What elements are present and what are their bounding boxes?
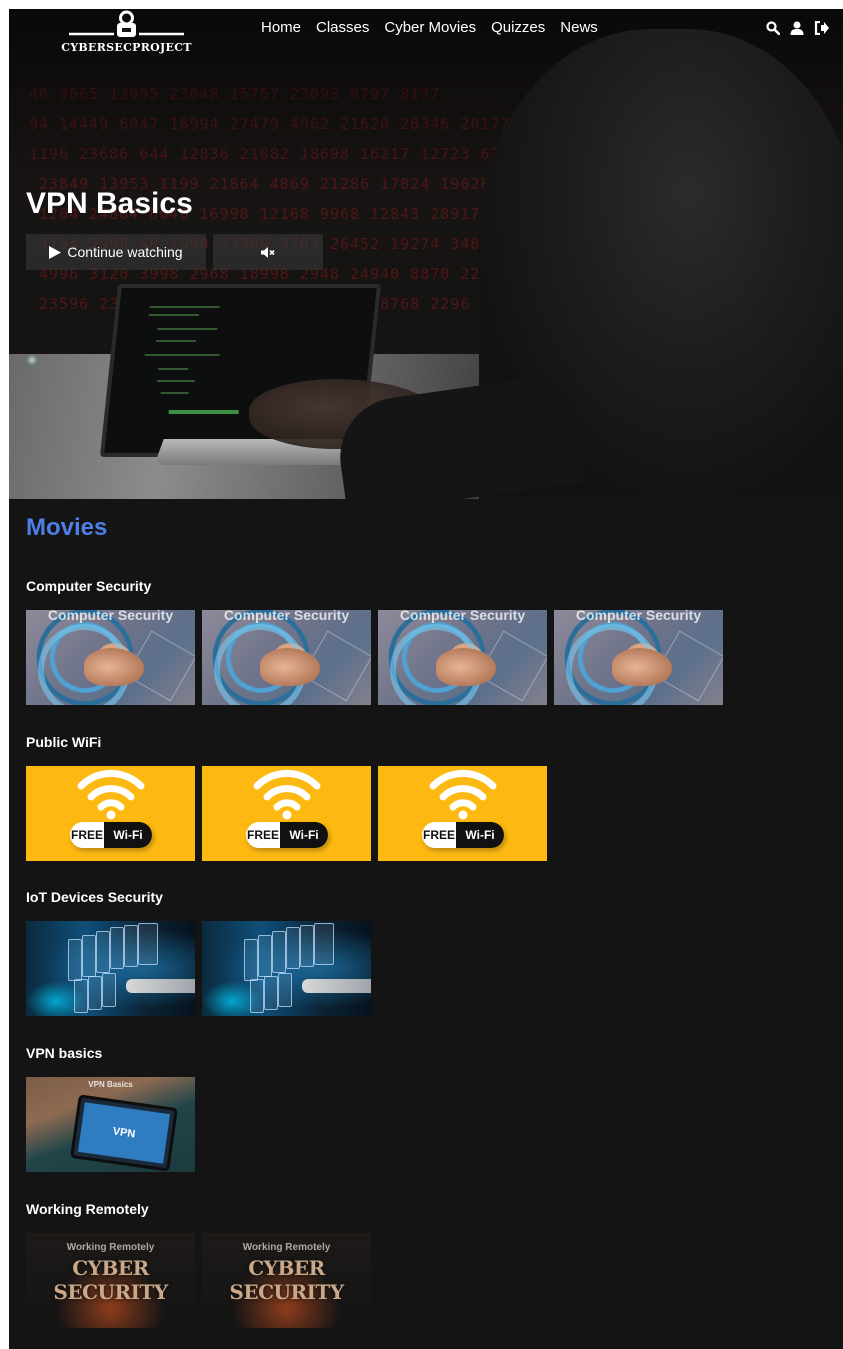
hero-led-light xyxy=(26,354,38,366)
thumbnail-row: VPN Basics VPN xyxy=(26,1077,195,1172)
category-public-wifi: Public WiFi FREE Wi-Fi FREE Wi-Fi FREE W… xyxy=(26,734,547,861)
brand-name: CYBERSECPROJECT xyxy=(61,41,192,54)
badge-free: FREE xyxy=(246,822,280,848)
page-frame: 40 3665 13995 23048 15757 23093 9797 817… xyxy=(9,9,843,1349)
movie-thumbnail[interactable]: Computer Security xyxy=(202,610,371,705)
volume-mute-icon xyxy=(261,246,275,258)
continue-watching-label: Continue watching xyxy=(67,244,183,260)
thumbnail-row: FREE Wi-Fi FREE Wi-Fi FREE Wi-Fi xyxy=(26,766,547,861)
movie-thumbnail[interactable]: VPN Basics VPN xyxy=(26,1077,195,1172)
movie-thumbnail[interactable]: Working Remotely CYBER SECURITY xyxy=(202,1233,371,1328)
thumbnail-headline: CYBER SECURITY xyxy=(229,1256,344,1304)
movie-thumbnail[interactable]: FREE Wi-Fi xyxy=(202,766,371,861)
badge-wifi: Wi-Fi xyxy=(280,822,328,848)
wifi-icon xyxy=(253,769,321,820)
category-working-remotely: Working Remotely Working Remotely CYBER … xyxy=(26,1201,371,1328)
category-title: IoT Devices Security xyxy=(26,889,163,905)
badge-wifi: Wi-Fi xyxy=(456,822,504,848)
free-wifi-badge: FREE Wi-Fi xyxy=(422,822,504,848)
nav-cyber-movies[interactable]: Cyber Movies xyxy=(384,19,476,36)
category-title: Working Remotely xyxy=(26,1201,149,1217)
category-title: Computer Security xyxy=(26,578,152,594)
nav-home[interactable]: Home xyxy=(261,19,301,36)
thumbnail-row: Working Remotely CYBER SECURITY Working … xyxy=(26,1233,371,1328)
badge-free: FREE xyxy=(422,822,456,848)
main-nav: Home Classes Cyber Movies Quizzes News xyxy=(261,19,598,36)
logo-lock-icon xyxy=(69,10,184,37)
continue-watching-button[interactable]: Continue watching xyxy=(26,234,206,270)
thumbnail-row xyxy=(26,921,371,1016)
thumbnail-caption: Working Remotely xyxy=(242,1242,331,1253)
nav-icon-group xyxy=(766,21,829,35)
tablet-image: VPN xyxy=(70,1094,178,1172)
hero-banner: 40 3665 13995 23048 15757 23093 9797 817… xyxy=(9,9,843,499)
thumbnail-caption: VPN Basics xyxy=(88,1080,133,1089)
wifi-icon xyxy=(429,769,497,820)
play-icon xyxy=(49,245,62,259)
category-vpn-basics: VPN basics VPN Basics VPN xyxy=(26,1045,195,1172)
thumbnail-headline: CYBER SECURITY xyxy=(53,1256,168,1304)
nav-quizzes[interactable]: Quizzes xyxy=(491,19,545,36)
thumbnail-caption: Computer Security xyxy=(223,610,350,623)
logout-icon[interactable] xyxy=(814,21,829,35)
tablet-screen-text: VPN xyxy=(77,1102,171,1164)
movies-heading: Movies xyxy=(26,514,108,541)
movie-thumbnail[interactable] xyxy=(26,921,195,1016)
category-iot-devices-security: IoT Devices Security xyxy=(26,889,371,1016)
movie-thumbnail[interactable]: FREE Wi-Fi xyxy=(378,766,547,861)
movie-thumbnail[interactable]: Computer Security xyxy=(378,610,547,705)
thumbnail-caption: Computer Security xyxy=(399,610,526,623)
nav-classes[interactable]: Classes xyxy=(316,19,369,36)
movie-thumbnail[interactable]: Working Remotely CYBER SECURITY xyxy=(26,1233,195,1328)
category-title: VPN basics xyxy=(26,1045,103,1061)
badge-wifi: Wi-Fi xyxy=(104,822,152,848)
movie-thumbnail[interactable] xyxy=(202,921,371,1016)
thumbnail-caption: Working Remotely xyxy=(66,1242,155,1253)
brand-logo[interactable]: CYBERSECPROJECT xyxy=(59,9,194,57)
user-icon[interactable] xyxy=(790,21,804,35)
movie-thumbnail[interactable]: Computer Security xyxy=(26,610,195,705)
mute-button[interactable] xyxy=(213,234,323,270)
free-wifi-badge: FREE Wi-Fi xyxy=(70,822,152,848)
thumbnail-caption: Computer Security xyxy=(575,610,702,623)
category-title: Public WiFi xyxy=(26,734,102,750)
thumbnail-row: Computer Security Computer Security Comp… xyxy=(26,610,723,705)
movie-thumbnail[interactable]: Computer Security xyxy=(554,610,723,705)
search-icon[interactable] xyxy=(766,21,780,35)
free-wifi-badge: FREE Wi-Fi xyxy=(246,822,328,848)
thumbnail-caption: Computer Security xyxy=(47,610,174,623)
category-computer-security: Computer Security Computer Security Comp… xyxy=(26,578,723,705)
badge-free: FREE xyxy=(70,822,104,848)
movie-thumbnail[interactable]: FREE Wi-Fi xyxy=(26,766,195,861)
hero-title: VPN Basics xyxy=(26,187,193,220)
wifi-icon xyxy=(77,769,145,820)
nav-news[interactable]: News xyxy=(560,19,598,36)
